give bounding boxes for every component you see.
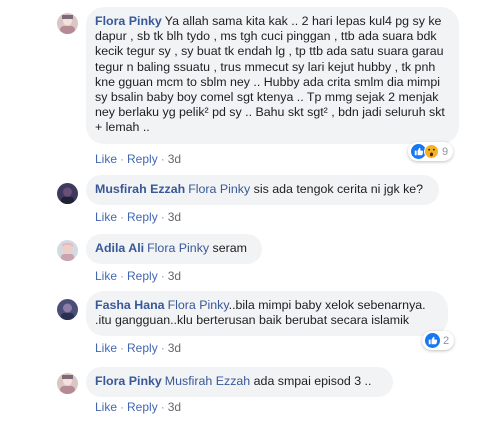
comment-actions: Like · Reply · 3d xyxy=(95,152,181,166)
comment-actions: Like · Reply · 3d xyxy=(95,210,181,224)
avatar-photo-icon xyxy=(57,13,78,34)
like-icon xyxy=(425,333,440,348)
comment-actions: Like · Reply · 3d xyxy=(95,341,181,355)
separator: · xyxy=(160,341,165,355)
comment-timestamp[interactable]: 3d xyxy=(168,269,181,283)
reply-link[interactable]: Reply xyxy=(127,210,158,224)
comment-timestamp[interactable]: 3d xyxy=(168,210,181,224)
avatar[interactable] xyxy=(57,13,78,34)
comment-actions: Like · Reply · 3d xyxy=(95,400,181,414)
separator: · xyxy=(160,152,165,166)
wow-icon xyxy=(424,144,439,159)
reaction-count-value: 9 xyxy=(442,145,449,158)
reply-link[interactable]: Reply xyxy=(127,400,158,414)
avatar[interactable] xyxy=(57,373,78,394)
comment-text: Ya allah sama kita kak .. 2 hari lepas k… xyxy=(95,14,445,135)
comment-bubble: Fasha Hana Flora Pinky..bila mimpi baby x… xyxy=(86,291,448,337)
separator: · xyxy=(160,400,165,414)
separator: · xyxy=(120,210,125,224)
mention-link[interactable]: Flora Pinky xyxy=(188,182,250,196)
comment-text: seram xyxy=(212,241,247,255)
comment-author[interactable]: Fasha Hana xyxy=(95,298,165,312)
separator: · xyxy=(120,341,125,355)
like-link[interactable]: Like xyxy=(95,400,117,414)
separator: · xyxy=(120,400,125,414)
comment-text: ada smpai episod 3 .. xyxy=(253,374,372,388)
comment-timestamp[interactable]: 3d xyxy=(168,152,181,166)
like-link[interactable]: Like xyxy=(95,269,117,283)
separator: · xyxy=(160,210,165,224)
avatar-photo-icon xyxy=(57,373,78,394)
reply-link[interactable]: Reply xyxy=(127,269,158,283)
comment-bubble: Adila Ali Flora Pinky seram xyxy=(86,234,262,265)
comment-author[interactable]: Flora Pinky xyxy=(95,374,162,388)
comment-text: sis ada tengok cerita ni jgk ke? xyxy=(253,182,424,196)
comment-actions: Like · Reply · 3d xyxy=(95,269,181,283)
avatar-photo-icon xyxy=(57,299,78,320)
like-link[interactable]: Like xyxy=(95,210,117,224)
avatar[interactable] xyxy=(57,183,78,204)
like-link[interactable]: Like xyxy=(95,341,117,355)
mention-link[interactable]: Flora Pinky xyxy=(147,241,209,255)
reaction-count-value: 2 xyxy=(443,334,450,347)
comment-author[interactable]: Musfirah Ezzah xyxy=(95,182,185,196)
reaction-count[interactable]: 2 xyxy=(422,331,455,350)
comment-bubble: Flora Pinky Ya allah sama kita kak .. 2 h… xyxy=(86,7,459,144)
mention-link[interactable]: Musfirah Ezzah xyxy=(165,374,250,388)
comment-timestamp[interactable]: 3d xyxy=(168,341,181,355)
comment-timestamp[interactable]: 3d xyxy=(168,400,181,414)
comment-bubble: Musfirah Ezzah Flora Pinky sis ada tengok… xyxy=(86,175,439,206)
reply-link[interactable]: Reply xyxy=(127,341,158,355)
avatar[interactable] xyxy=(57,240,78,261)
reaction-count[interactable]: 9 xyxy=(408,142,454,161)
mention-link[interactable]: Flora Pinky xyxy=(168,298,229,312)
like-link[interactable]: Like xyxy=(95,152,117,166)
reply-link[interactable]: Reply xyxy=(127,152,158,166)
comment-author[interactable]: Adila Ali xyxy=(95,241,144,255)
separator: · xyxy=(160,269,165,283)
avatar[interactable] xyxy=(57,299,78,320)
separator: · xyxy=(120,152,125,166)
avatar-photo-icon xyxy=(57,240,78,261)
avatar-photo-icon xyxy=(57,183,78,204)
comment-bubble: Flora Pinky Musfirah Ezzah ada smpai epis… xyxy=(86,367,393,398)
comment-author[interactable]: Flora Pinky xyxy=(95,14,162,28)
separator: · xyxy=(120,269,125,283)
